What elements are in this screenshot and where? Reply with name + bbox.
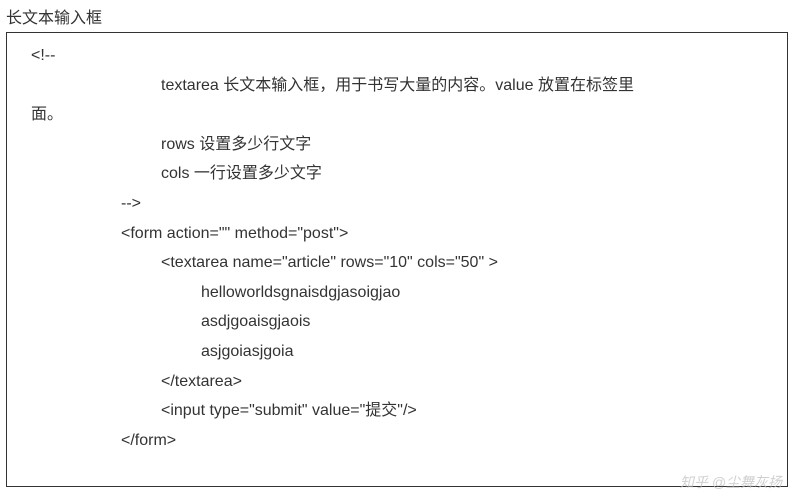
section-title: 长文本输入框 (0, 0, 794, 32)
code-line-comment-3: cols 一行设置多少文字 (31, 159, 777, 189)
code-line-comment-2: rows 设置多少行文字 (31, 130, 777, 160)
code-line-textarea-open: <textarea name="article" rows="10" cols=… (31, 248, 777, 278)
code-line-comment-open: <!-- (31, 41, 777, 71)
code-line-form-close: </form> (31, 426, 777, 456)
code-line-form-open: <form action="" method="post"> (31, 219, 777, 249)
watermark: 知乎 @尘舞灰扬 (680, 472, 782, 492)
code-line-content-3: asjgoiasjgoia (31, 337, 777, 367)
code-line-content-2: asdjgoaisgjaois (31, 307, 777, 337)
code-line-input-submit: <input type="submit" value="提交"/> (31, 396, 777, 426)
code-block: <!-- textarea 长文本输入框，用于书写大量的内容。value 放置在… (6, 32, 788, 487)
code-line-comment-1b: 面。 (31, 100, 777, 130)
code-line-comment-1a: textarea 长文本输入框，用于书写大量的内容。value 放置在标签里 (31, 71, 777, 101)
code-line-content-1: helloworldsgnaisdgjasoigjao (31, 278, 777, 308)
code-line-textarea-close: </textarea> (31, 367, 777, 397)
code-line-comment-close: --> (31, 189, 777, 219)
